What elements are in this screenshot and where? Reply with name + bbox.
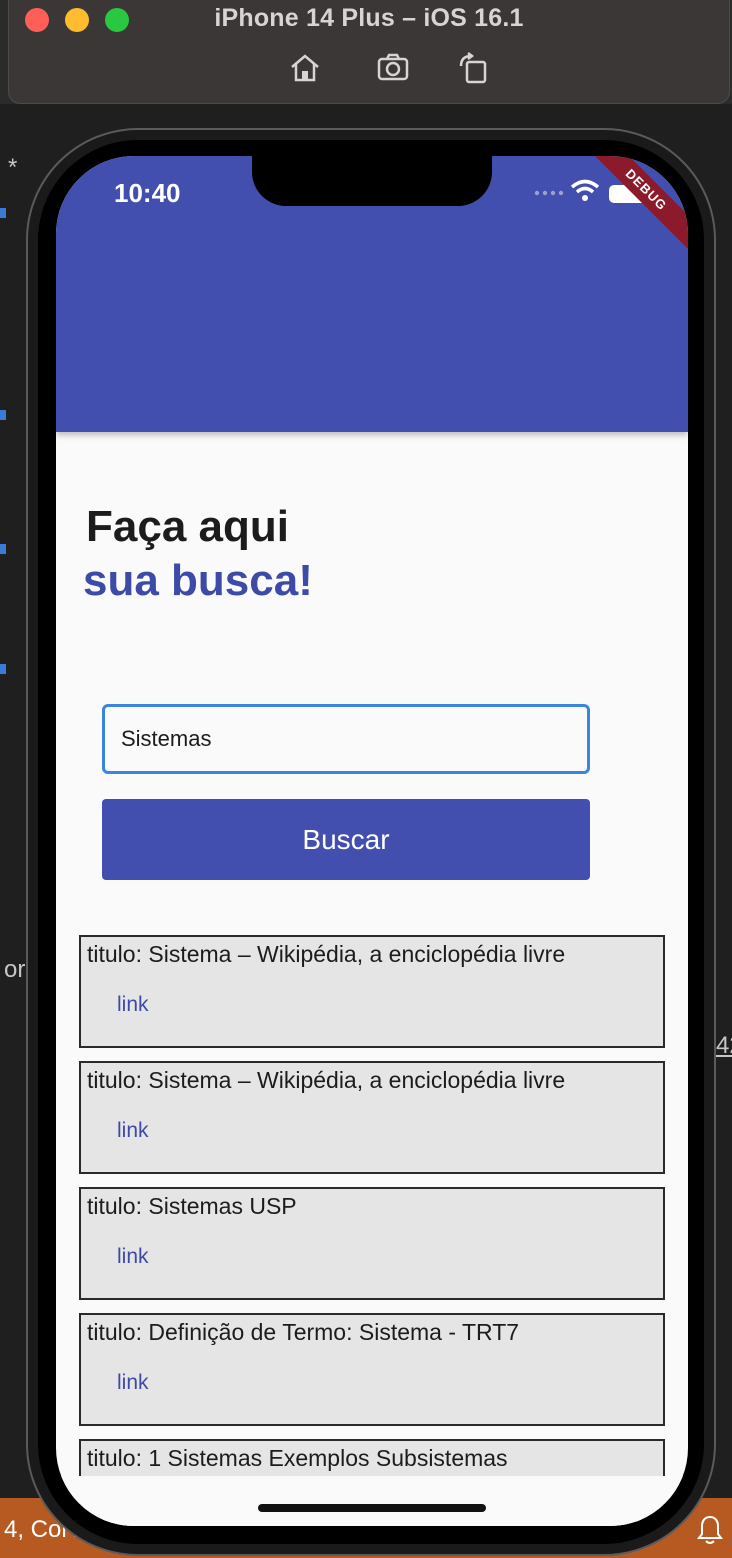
wifi-icon bbox=[570, 179, 600, 201]
result-title: titulo: Sistema – Wikipédia, a enciclopé… bbox=[87, 941, 566, 967]
editor-marker bbox=[0, 410, 6, 420]
results-list: titulo: Sistema – Wikipédia, a enciclopé… bbox=[79, 935, 665, 1526]
result-title: titulo: Sistemas USP bbox=[87, 1193, 297, 1219]
rotate-button[interactable] bbox=[455, 50, 491, 86]
editor-side-fragment: or bbox=[4, 956, 26, 983]
app-screen: 10:40 DEBUG Faça aqui sua busca! Buscar … bbox=[56, 156, 688, 1526]
search-input[interactable] bbox=[102, 704, 590, 774]
signal-icon bbox=[534, 190, 564, 196]
result-link[interactable]: link bbox=[117, 1119, 149, 1143]
bottom-safe-area bbox=[56, 1476, 688, 1526]
bell-icon[interactable] bbox=[696, 1514, 724, 1546]
result-card: titulo: Sistema – Wikipédia, a enciclopé… bbox=[79, 1061, 665, 1174]
home-button[interactable] bbox=[287, 50, 323, 86]
editor-line-fragment: 42 bbox=[716, 1032, 732, 1059]
simulator-title-bar: iPhone 14 Plus – iOS 16.1 bbox=[8, 0, 730, 104]
screenshot-button[interactable] bbox=[375, 50, 411, 86]
notch bbox=[252, 156, 492, 206]
page-title-line2: sua busca! bbox=[83, 556, 313, 605]
result-title: titulo: Sistema – Wikipédia, a enciclopé… bbox=[87, 1067, 566, 1093]
search-button[interactable]: Buscar bbox=[102, 799, 590, 880]
result-link[interactable]: link bbox=[117, 1371, 149, 1395]
result-link[interactable]: link bbox=[117, 993, 149, 1017]
screenshot-icon bbox=[377, 53, 409, 81]
page-title-line1: Faça aqui bbox=[86, 502, 289, 551]
home-indicator[interactable] bbox=[258, 1504, 486, 1512]
status-time: 10:40 bbox=[114, 178, 181, 208]
result-card: titulo: Definição de Termo: Sistema - TR… bbox=[79, 1313, 665, 1426]
result-title: titulo: Definição de Termo: Sistema - TR… bbox=[87, 1319, 520, 1345]
editor-marker bbox=[0, 664, 6, 674]
editor-marker bbox=[0, 208, 6, 218]
result-link[interactable]: link bbox=[117, 1245, 149, 1269]
result-card: titulo: Sistema – Wikipédia, a enciclopé… bbox=[79, 935, 665, 1048]
window-title: iPhone 14 Plus – iOS 16.1 bbox=[214, 4, 524, 32]
result-title: titulo: 1 Sistemas Exemplos Subsistemas bbox=[87, 1445, 508, 1471]
home-icon bbox=[291, 54, 319, 82]
rotate-icon bbox=[459, 52, 487, 84]
editor-tab-fragment: * bbox=[8, 154, 18, 181]
result-card: titulo: Sistemas USP link bbox=[79, 1187, 665, 1300]
editor-marker bbox=[0, 544, 6, 554]
